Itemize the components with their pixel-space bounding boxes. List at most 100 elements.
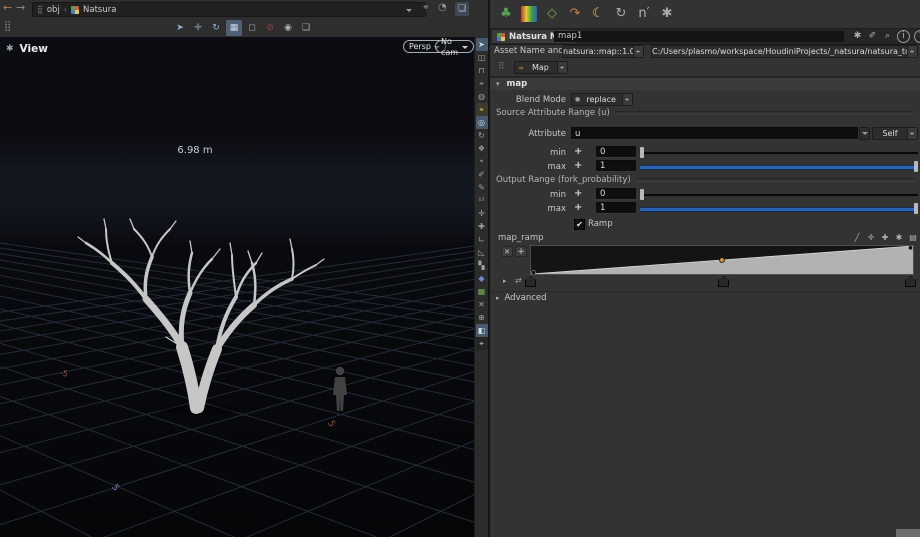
lock-icon[interactable]: ⊓ (476, 64, 488, 77)
ramp-gear-icon[interactable]: ✱ (894, 233, 904, 243)
secure-selection-icon[interactable]: ⊘ (262, 20, 278, 36)
out-max-slider[interactable] (640, 202, 918, 215)
pin-icon[interactable]: ⌖ (423, 2, 429, 13)
ramp-cycle-icon[interactable]: ⇄ (515, 276, 522, 285)
rotate-tool-icon[interactable]: ↻ (208, 20, 224, 36)
spinner-icon[interactable] (907, 128, 917, 139)
material-icon[interactable]: ◆ (476, 272, 488, 285)
globe-icon[interactable]: ◍ (476, 90, 488, 103)
src-min-input[interactable]: 0 (596, 146, 636, 158)
ramp-move-icon[interactable]: ✛ (866, 233, 876, 243)
src-min-slider[interactable] (640, 146, 918, 159)
breadcrumb[interactable]: ⣿ obj › Natsura (32, 2, 426, 17)
grab-icon[interactable]: ✚ (476, 220, 488, 233)
asset-path-dropdown[interactable]: C:/Users/plasmo/workspace/HoudiniProject… (651, 45, 918, 58)
out-min-input[interactable]: 0 (596, 188, 636, 200)
slider-handle[interactable] (914, 203, 918, 214)
shade-icon[interactable]: ❖ (476, 142, 488, 155)
out-max-input[interactable]: 1 (596, 202, 636, 214)
brush-icon[interactable]: ✐ (867, 31, 878, 42)
spinner-icon[interactable] (907, 46, 917, 57)
attribute-menu-button[interactable] (859, 127, 870, 140)
spinner-icon[interactable] (557, 62, 567, 73)
ramp-add-point-icon[interactable]: ✚ (880, 233, 890, 243)
measure-icon[interactable]: ¹² (476, 194, 488, 207)
ramp-display-icon[interactable]: ▤ (908, 233, 918, 243)
natsura-tree-icon[interactable]: ♣ (498, 6, 514, 22)
slider-handle[interactable] (640, 147, 644, 158)
src-max-add-button[interactable]: + (574, 160, 582, 172)
camera-dropdown[interactable]: No cam (435, 40, 474, 53)
ramp-delete-point-button[interactable]: ✕ (501, 246, 513, 257)
spinner-icon[interactable] (633, 46, 643, 57)
ramp-key-handle[interactable] (905, 276, 916, 287)
ramp-editor[interactable] (530, 245, 914, 275)
breadcrumb-root[interactable]: obj (47, 5, 60, 15)
slider-handle[interactable] (640, 189, 644, 200)
src-max-slider[interactable] (640, 160, 918, 173)
slider-handle[interactable] (914, 161, 918, 172)
blend-mode-dropdown[interactable]: ● replace (571, 93, 633, 106)
section-map-header[interactable]: ▾ map (490, 79, 920, 90)
camera-icon[interactable]: ◧ (476, 324, 488, 337)
out-min-add-button[interactable]: + (574, 188, 582, 200)
render-region-icon[interactable]: ▦ (476, 285, 488, 298)
out-min-slider[interactable] (640, 188, 918, 201)
hook-icon[interactable]: ↷ (567, 6, 583, 22)
select-tool-icon[interactable]: ➤ (172, 20, 188, 36)
ramp-key-handle[interactable] (525, 276, 536, 287)
pencil-icon[interactable]: ✎ (476, 181, 488, 194)
tumble-icon[interactable]: ✕ (476, 298, 488, 311)
ramp-interp-icon[interactable]: ╱ (852, 233, 862, 243)
toolbar-grip-icon[interactable]: ⣿ (4, 21, 11, 32)
gear-icon[interactable]: ✱ (852, 31, 863, 42)
back-button[interactable]: ← (3, 1, 12, 14)
set-square-icon[interactable]: ◺ (476, 246, 488, 259)
rotate-view-icon[interactable]: ↻ (476, 129, 488, 142)
box-select-tool-icon[interactable]: ◻ (244, 20, 260, 36)
hand-icon[interactable]: ✛ (476, 207, 488, 220)
section-advanced-header[interactable]: ▸ Advanced (490, 291, 920, 303)
reload-icon[interactable]: ↻ (613, 6, 629, 22)
drag-handle-icon[interactable]: ⠿ (498, 62, 505, 72)
view-layout-icon[interactable]: ◫ (476, 51, 488, 64)
scene-view-icon[interactable]: ❑ (455, 2, 469, 16)
src-min-add-button[interactable]: + (574, 146, 582, 158)
attribute-input[interactable]: u (571, 127, 858, 140)
corner-ruler-icon[interactable]: ∟ (476, 233, 488, 246)
n-prime-icon[interactable]: n′ (636, 6, 652, 22)
brush-icon[interactable]: ✐ (476, 168, 488, 181)
handles-tool-icon[interactable]: ▦ (226, 20, 242, 36)
translate-tool-icon[interactable]: ✛ (190, 20, 206, 36)
ramp-add-point-button[interactable]: + (515, 246, 527, 257)
ramp-key-handle[interactable] (718, 276, 729, 287)
gear-icon[interactable]: ✱ (659, 6, 675, 22)
tree-model[interactable] (0, 37, 474, 537)
src-max-input[interactable]: 1 (596, 160, 636, 172)
breadcrumb-dropdown-icon[interactable] (406, 9, 412, 15)
preset-dropdown[interactable]: ≈ Map (514, 61, 568, 74)
pivot-icon[interactable]: ◎ (476, 116, 488, 129)
snapshot-tool-icon[interactable]: ❑ (298, 20, 314, 36)
view-select-icon[interactable]: ➤ (476, 38, 488, 51)
checker-icon[interactable]: ▚ (476, 259, 488, 272)
node-name-field[interactable]: map1 (554, 31, 844, 42)
recent-icon[interactable]: ◔ (438, 2, 447, 13)
pin-icon[interactable]: ⌖ (476, 77, 488, 90)
help-icon[interactable]: ? (914, 30, 920, 43)
resize-corner[interactable] (896, 529, 920, 537)
attribute-scope-dropdown[interactable]: Self (872, 127, 918, 140)
forward-button[interactable]: → (16, 1, 25, 14)
asset-name-dropdown[interactable]: natsura::map::1.0 (562, 45, 644, 58)
light-icon[interactable]: ⌖ (476, 337, 488, 350)
viewport-menu-icon[interactable]: ✱ (6, 44, 14, 54)
snap-icon[interactable]: ⌖ (476, 103, 488, 116)
scene-viewport[interactable]: ✱ View Persp No cam 6.98 m -5 5 5 (0, 37, 474, 537)
grid-sphere-icon[interactable]: ⊕ (476, 311, 488, 324)
dot-icon[interactable]: • (476, 155, 488, 168)
search-icon[interactable]: ⌕ (882, 31, 893, 42)
breadcrumb-node[interactable]: Natsura (83, 5, 116, 15)
out-max-add-button[interactable]: + (574, 202, 582, 214)
ramp-play-icon[interactable]: ▸ (503, 277, 507, 285)
pose-tool-icon[interactable]: ◉ (280, 20, 296, 36)
